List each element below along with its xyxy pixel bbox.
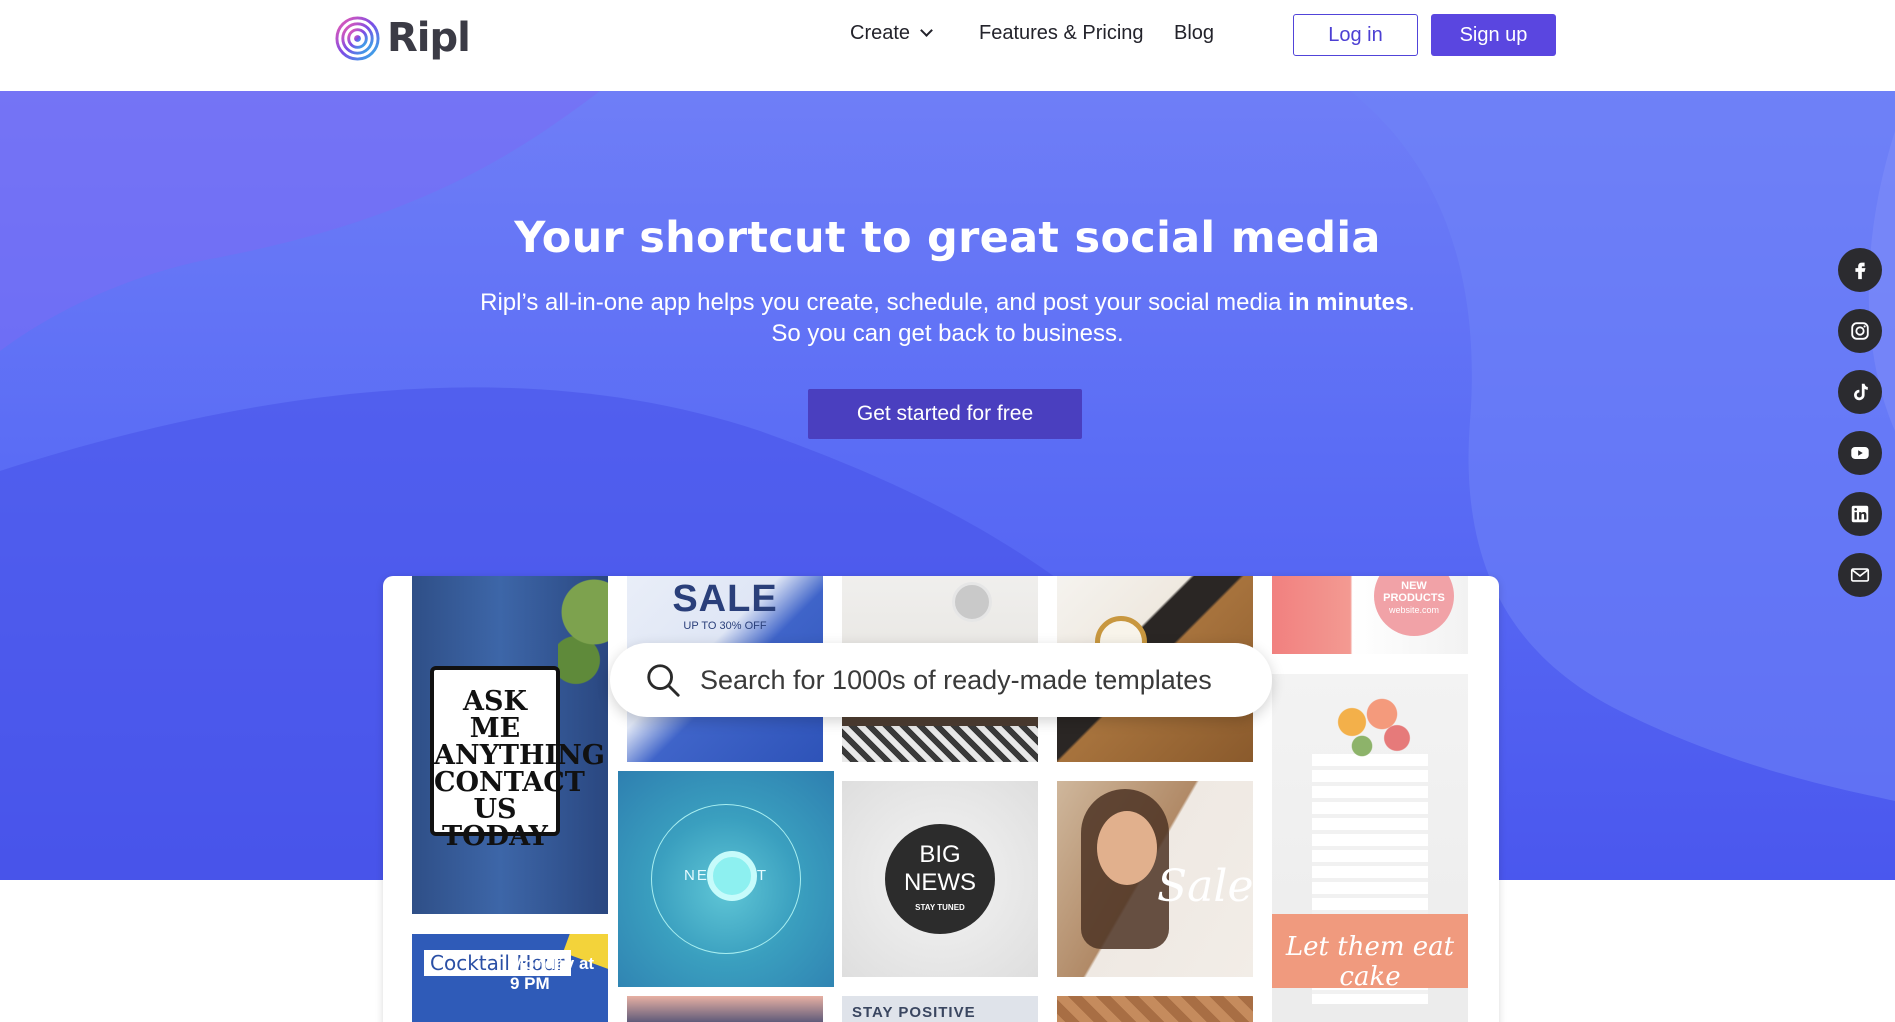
chevron-down-icon bbox=[920, 24, 933, 37]
nav-create[interactable]: Create bbox=[850, 22, 933, 45]
template-gallery-card: ASK ME ANYTHING CONTACT US TODAY Cocktai… bbox=[383, 576, 1499, 1022]
template-sale-portrait[interactable]: Sale bbox=[1057, 781, 1253, 977]
stay-positive-text: STAY POSITIVE bbox=[852, 1004, 976, 1021]
login-button[interactable]: Log in bbox=[1293, 14, 1418, 56]
template-new-product-circle[interactable]: NEW UCT bbox=[618, 771, 834, 987]
youtube-icon[interactable] bbox=[1838, 431, 1882, 475]
linkedin-icon[interactable] bbox=[1838, 492, 1882, 536]
template-wood[interactable] bbox=[1057, 996, 1253, 1022]
hero-subtitle-line2: So you can get back to business. bbox=[771, 320, 1124, 347]
get-started-button[interactable]: Get started for free bbox=[808, 389, 1082, 439]
template-cocktail-hour[interactable]: Cocktail Hour Monday at 9 PM bbox=[412, 934, 608, 1022]
plant-decoration bbox=[558, 576, 608, 696]
rug-image bbox=[842, 726, 1038, 762]
nav-features-pricing[interactable]: Features & Pricing bbox=[979, 22, 1144, 45]
facebook-icon[interactable] bbox=[1838, 248, 1882, 292]
template-sunset[interactable] bbox=[627, 996, 823, 1022]
ripl-logo[interactable]: Ripl bbox=[334, 14, 471, 62]
template-big-news[interactable]: BIG NEWS STAY TUNED bbox=[842, 781, 1038, 977]
sale-text: SALE bbox=[672, 578, 778, 620]
mirror-image bbox=[952, 582, 992, 622]
stay-tuned-text: STAY TUNED bbox=[915, 903, 965, 912]
sale-sub-text: UP TO 30% OFF bbox=[683, 620, 767, 632]
email-icon[interactable] bbox=[1838, 553, 1882, 597]
social-sidebar bbox=[1838, 248, 1882, 614]
page: Ripl Create Features & Pricing Blog Log … bbox=[0, 0, 1895, 1022]
big-news-text: BIG NEWS bbox=[904, 841, 976, 896]
nav-create-label: Create bbox=[850, 22, 911, 44]
new-products-url: website.com bbox=[1388, 605, 1440, 615]
instagram-icon[interactable] bbox=[1838, 309, 1882, 353]
ask-me-frame: ASK ME ANYTHING CONTACT US TODAY bbox=[430, 666, 605, 850]
search-placeholder: Search for 1000s of ready-made templates bbox=[700, 664, 1212, 695]
signup-button[interactable]: Sign up bbox=[1431, 14, 1556, 56]
tiktok-icon[interactable] bbox=[1838, 370, 1882, 414]
template-new-products[interactable]: NEW PRODUCTS website.com bbox=[1272, 576, 1468, 654]
ask-me-text: ASK ME ANYTHING CONTACT US TODAY bbox=[434, 686, 605, 852]
template-let-them-eat-cake[interactable]: Let them eat cake bbox=[1272, 674, 1468, 1022]
flowers-image bbox=[1322, 690, 1422, 770]
ripl-logo-icon bbox=[335, 15, 380, 61]
template-stay-positive[interactable]: STAY POSITIVE bbox=[842, 996, 1038, 1022]
monday-text: Monday at 9 PM bbox=[510, 954, 595, 993]
new-products-text: NEW PRODUCTS website.com bbox=[1372, 580, 1456, 616]
hero-subtitle-text: Ripl’s all-in-one app helps you create, … bbox=[480, 289, 1289, 316]
sale-script-text: Sale bbox=[1157, 861, 1253, 912]
new-products-label: NEW PRODUCTS bbox=[1383, 580, 1445, 604]
hero-title: Your shortcut to great social media bbox=[514, 213, 1381, 263]
play-dot bbox=[707, 851, 757, 901]
logo-text: Ripl bbox=[387, 15, 471, 61]
let-them-text: Let them eat cake bbox=[1285, 932, 1455, 992]
nav-blog[interactable]: Blog bbox=[1174, 22, 1214, 45]
template-ask-me-anything[interactable]: ASK ME ANYTHING CONTACT US TODAY bbox=[412, 576, 608, 914]
hero-subtitle: Ripl’s all-in-one app helps you create, … bbox=[0, 287, 1895, 349]
hero-subtitle-bold: in minutes bbox=[1288, 289, 1409, 316]
site-header: Ripl Create Features & Pricing Blog Log … bbox=[0, 0, 1895, 91]
search-icon bbox=[647, 664, 680, 697]
template-search-bar[interactable]: Search for 1000s of ready-made templates bbox=[610, 643, 1272, 717]
hero-subtitle-period: . bbox=[1408, 289, 1415, 316]
portrait-face bbox=[1097, 811, 1157, 885]
